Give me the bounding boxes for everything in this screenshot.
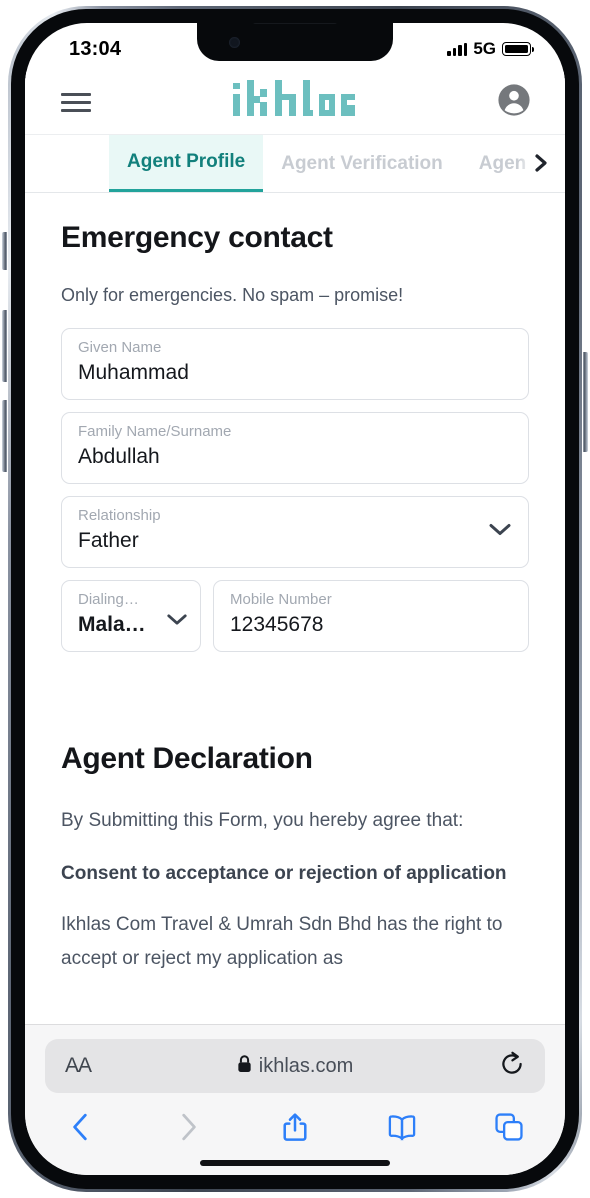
field-value: Abdullah <box>78 445 160 468</box>
family-name-field[interactable]: Family Name/Surname Abdullah <box>61 412 529 484</box>
ikhlas-logo[interactable] <box>231 80 357 125</box>
status-indicators: 5G <box>447 39 534 59</box>
network-type-label: 5G <box>473 39 496 58</box>
emergency-contact-subtitle: Only for emergencies. No spam – promise! <box>61 285 404 305</box>
relationship-select[interactable]: Relationship Father <box>61 496 529 568</box>
signal-bars-icon <box>447 42 468 56</box>
declaration-lead-text: By Submitting this Form, you hereby agre… <box>61 810 464 831</box>
field-label: Relationship <box>78 507 161 524</box>
agent-declaration-title: Agent Declaration <box>61 742 313 775</box>
web-page-viewport: Agent Profile Agent Verification Agen Em… <box>25 71 565 1025</box>
field-label: Mobile Number <box>230 591 332 608</box>
dynamic-island <box>197 23 393 61</box>
url-display: ikhlas.com <box>45 1055 545 1078</box>
status-time: 13:04 <box>69 37 122 60</box>
tabs-button[interactable] <box>481 1112 537 1142</box>
reload-icon[interactable] <box>499 1050 525 1083</box>
safari-browser-chrome: AA ikhlas.com <box>25 1024 565 1175</box>
chevron-down-icon <box>488 523 512 542</box>
emergency-contact-title: Emergency contact <box>61 221 333 254</box>
share-button[interactable] <box>267 1111 323 1143</box>
front-camera-icon <box>229 37 240 48</box>
url-bar[interactable]: AA ikhlas.com <box>45 1039 545 1093</box>
phone-row: Dialing… Mala… Mobile Number 12345678 <box>61 580 529 664</box>
given-name-field[interactable]: Given Name Muhammad <box>61 328 529 400</box>
volume-down-button[interactable] <box>2 400 7 472</box>
text-size-button[interactable]: AA <box>65 1054 92 1078</box>
tab-bar[interactable]: Agent Profile Agent Verification Agen <box>25 134 565 193</box>
home-indicator[interactable] <box>200 1160 390 1166</box>
volume-up-button[interactable] <box>2 310 7 382</box>
power-button[interactable] <box>583 352 588 452</box>
dialing-code-select[interactable]: Dialing… Mala… <box>61 580 201 652</box>
silent-switch-button[interactable] <box>2 232 7 270</box>
hamburger-menu-icon[interactable] <box>61 92 91 113</box>
declaration-clause-body: Ikhlas Com Travel & Umrah Sdn Bhd has th… <box>61 914 503 969</box>
field-value: 12345678 <box>230 613 324 636</box>
tab-scroll-next-button[interactable] <box>519 135 551 190</box>
tab-agent-verification[interactable]: Agent Verification <box>263 135 461 192</box>
phone-screen: 13:04 5G Agent Profile Agent Verificatio… <box>25 23 565 1175</box>
account-avatar-icon[interactable] <box>497 83 531 122</box>
speaker-grille <box>252 23 338 24</box>
back-button[interactable] <box>53 1112 109 1142</box>
tab-label: Agent Verification <box>281 152 443 174</box>
url-text: ikhlas.com <box>258 1054 354 1077</box>
field-value: Muhammad <box>78 361 189 384</box>
tab-agent-profile[interactable]: Agent Profile <box>109 135 264 192</box>
site-header <box>25 71 565 134</box>
mobile-number-field[interactable]: Mobile Number 12345678 <box>213 580 529 652</box>
tab-label: Agent Profile <box>127 151 246 172</box>
bookmarks-button[interactable] <box>374 1113 430 1141</box>
lock-icon <box>237 1054 252 1078</box>
forward-button[interactable] <box>160 1112 216 1142</box>
field-value: Father <box>78 529 139 552</box>
field-label: Given Name <box>78 339 162 356</box>
page-content: Emergency contact Only for emergencies. … <box>25 193 565 976</box>
chevron-down-icon <box>166 613 188 631</box>
browser-toolbar <box>25 1101 565 1153</box>
field-label: Dialing… <box>78 591 139 608</box>
field-label: Family Name/Surname <box>78 423 232 440</box>
battery-full-icon <box>502 42 534 56</box>
declaration-clause-heading: Consent to acceptance or rejection of ap… <box>61 863 507 884</box>
